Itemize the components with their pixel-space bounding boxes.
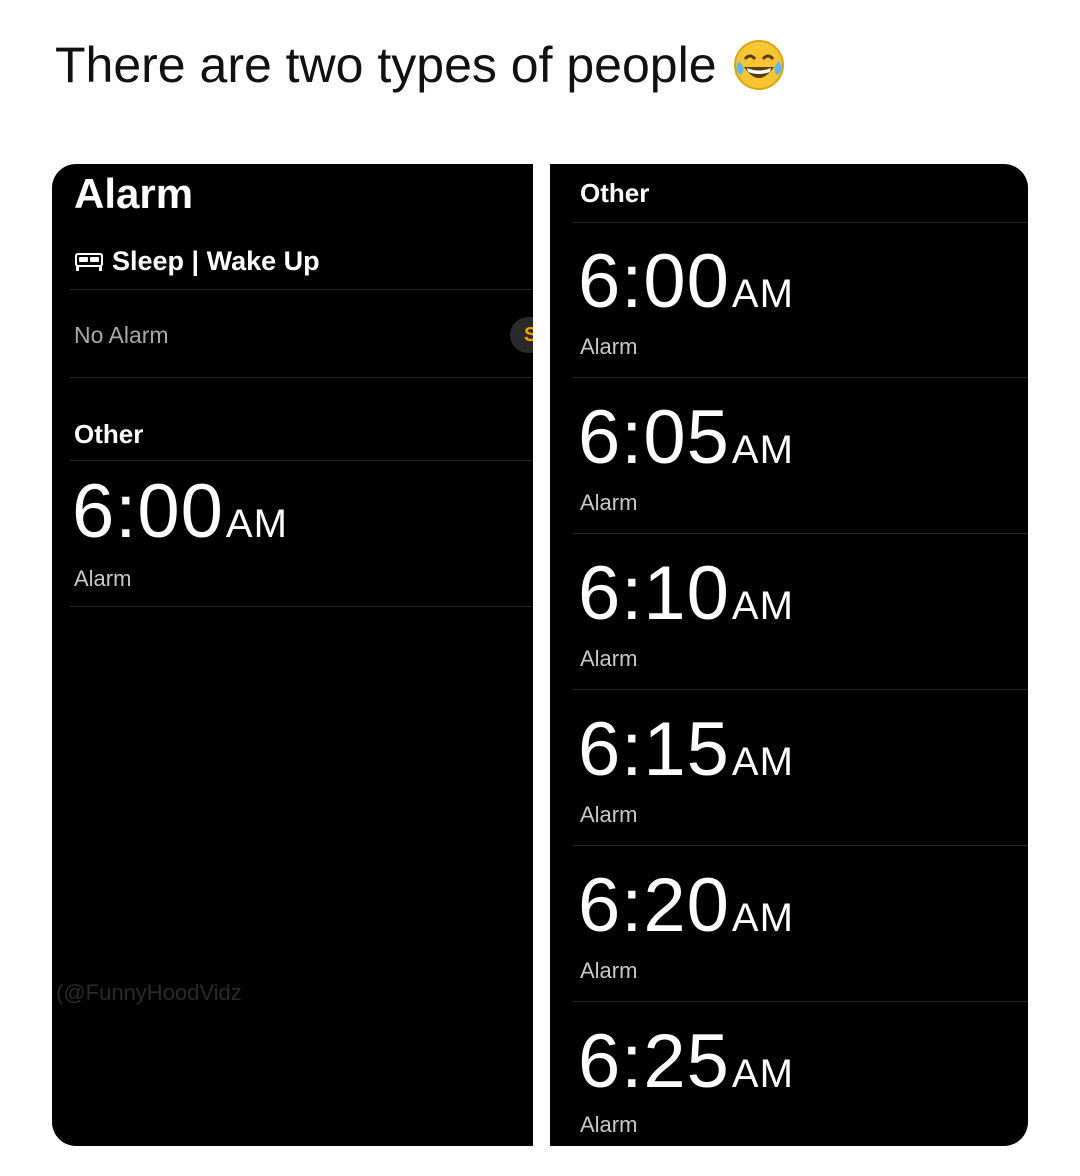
watermark-text: (@FunnyHoodVidz xyxy=(56,980,242,1005)
alarm-time-value: 6:15 xyxy=(578,707,730,792)
alarm-label: Alarm xyxy=(74,566,132,591)
alarm-time-value: 6:20 xyxy=(578,863,730,948)
alarm-ampm: AM xyxy=(731,740,794,784)
alarm-label: Alarm xyxy=(580,490,638,515)
alarm-time[interactable]: 6:25AM xyxy=(578,1024,794,1100)
sleep-wake-label: Sleep | Wake Up xyxy=(112,246,320,276)
alarm-ampm: AM xyxy=(731,1052,794,1096)
alarm-time[interactable]: 6:05AM xyxy=(578,400,794,476)
divider xyxy=(572,377,1028,378)
divider xyxy=(572,533,1028,534)
no-alarm-text: No Alarm xyxy=(74,322,169,348)
divider xyxy=(70,377,533,378)
other-heading: Other xyxy=(74,419,144,449)
alarm-time-value: 6:25 xyxy=(578,1019,730,1104)
alarm-label: Alarm xyxy=(580,1112,638,1137)
divider xyxy=(572,689,1028,690)
alarm-ampm: AM xyxy=(731,272,794,316)
divider xyxy=(70,289,533,290)
caption: There are two types of people xyxy=(55,36,787,94)
alarm-label: Alarm xyxy=(580,334,638,359)
bed-icon xyxy=(75,252,103,271)
alarm-time-value: 6:00 xyxy=(72,469,224,554)
divider xyxy=(572,1001,1028,1002)
set-up-button[interactable]: S xyxy=(510,317,533,353)
divider xyxy=(572,222,1028,223)
alarm-time[interactable]: 6:10AM xyxy=(578,556,794,632)
alarm-label: Alarm xyxy=(580,646,638,671)
alarm-ampm: AM xyxy=(731,896,794,940)
alarm-ampm: AM xyxy=(731,584,794,628)
alarm-time-value: 6:00 xyxy=(578,239,730,324)
sleep-wake-header: Sleep | Wake Up xyxy=(74,246,320,277)
divider xyxy=(70,606,533,607)
divider xyxy=(572,845,1028,846)
alarm-label: Alarm xyxy=(580,802,638,827)
alarm-time[interactable]: 6:00AM xyxy=(72,474,288,550)
alarm-label: Alarm xyxy=(580,958,638,983)
divider xyxy=(70,460,533,461)
alarm-time[interactable]: 6:00AM xyxy=(578,244,794,320)
alarm-ampm: AM xyxy=(731,428,794,472)
page-title: Alarm xyxy=(74,170,194,217)
alarm-time-value: 6:10 xyxy=(578,551,730,636)
other-heading: Other xyxy=(580,178,650,208)
alarm-screen-left: Alarm Sleep | Wake Up No Alarm S Other 6… xyxy=(52,164,533,1146)
alarm-screen-right: Other 6:00AM Alarm 6:05AM Alarm 6:10AM A… xyxy=(550,164,1028,1146)
alarm-time-value: 6:05 xyxy=(578,395,730,480)
alarm-time[interactable]: 6:15AM xyxy=(578,712,794,788)
alarm-time[interactable]: 6:20AM xyxy=(578,868,794,944)
caption-text: There are two types of people xyxy=(55,37,717,93)
alarm-ampm: AM xyxy=(225,502,288,546)
tears-of-joy-emoji-icon xyxy=(733,40,784,90)
